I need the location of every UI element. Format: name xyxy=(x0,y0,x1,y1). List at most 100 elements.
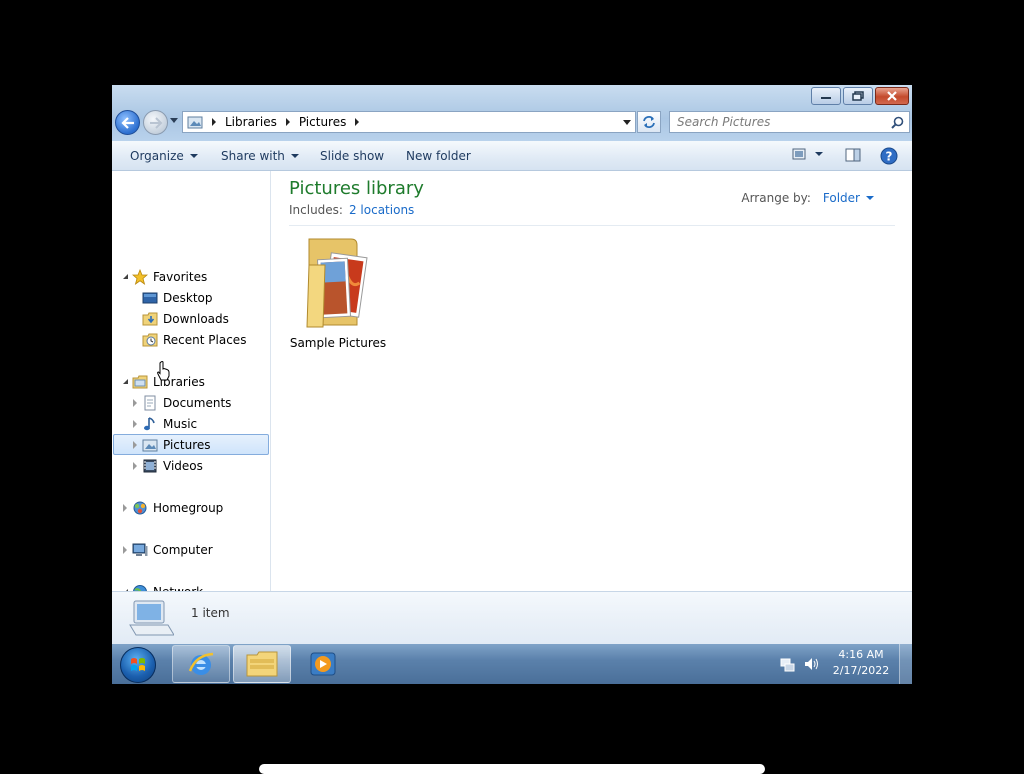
taskbar: 4:16 AM 2/17/2022 xyxy=(112,644,912,684)
arrange-by: Arrange by: Folder xyxy=(741,191,874,205)
nav-computer-label: Computer xyxy=(153,542,213,557)
help-button[interactable]: ? xyxy=(880,147,898,165)
slide-show-button[interactable]: Slide show xyxy=(320,149,384,163)
clock-time: 4:16 AM xyxy=(838,648,884,661)
breadcrumb-separator[interactable] xyxy=(212,118,216,126)
collapsed-arrow-icon[interactable] xyxy=(120,504,130,512)
address-bar[interactable]: Libraries Pictures xyxy=(182,111,636,133)
share-with-button[interactable]: Share with xyxy=(221,149,299,163)
laptop-icon xyxy=(129,600,174,636)
music-icon xyxy=(144,416,155,430)
network-status-icon[interactable] xyxy=(780,656,796,672)
downloads-folder-icon xyxy=(142,312,158,325)
collapsed-arrow-icon[interactable] xyxy=(130,462,140,470)
show-desktop-button[interactable] xyxy=(899,644,912,684)
search-box[interactable] xyxy=(669,111,910,133)
preview-pane-button[interactable] xyxy=(845,148,861,162)
homegroup-icon xyxy=(133,501,147,514)
nav-desktop[interactable]: Desktop xyxy=(130,287,213,308)
breadcrumb-separator[interactable] xyxy=(285,118,290,126)
recent-pages-dropdown[interactable] xyxy=(170,118,178,123)
library-pictures-icon xyxy=(187,116,203,129)
mouse-pointer-icon xyxy=(157,361,170,381)
search-icon[interactable] xyxy=(891,116,904,129)
search-input[interactable] xyxy=(670,114,891,130)
library-title: Pictures library xyxy=(289,178,424,199)
windows-explorer-icon xyxy=(246,651,278,677)
back-button[interactable] xyxy=(115,110,140,135)
nav-documents[interactable]: Documents xyxy=(130,392,231,413)
collapsed-arrow-icon[interactable] xyxy=(130,420,140,428)
bottom-bar xyxy=(259,764,765,774)
locations-link[interactable]: 2 locations xyxy=(349,203,414,217)
collapsed-arrow-icon[interactable] xyxy=(120,546,130,554)
view-icon xyxy=(792,148,806,160)
taskbar-windows-explorer[interactable] xyxy=(233,645,291,683)
arrange-by-value: Folder xyxy=(822,191,860,205)
includes-label: Includes: xyxy=(289,203,343,217)
nav-pictures[interactable]: Pictures xyxy=(113,434,269,455)
header-divider xyxy=(289,225,895,226)
picture-folder-icon xyxy=(306,238,368,328)
arrow-right-icon xyxy=(149,116,162,129)
close-icon xyxy=(887,91,897,101)
new-folder-button[interactable]: New folder xyxy=(406,149,471,163)
nav-pictures-label: Pictures xyxy=(163,437,211,452)
collapsed-arrow-icon[interactable] xyxy=(130,399,140,407)
nav-videos[interactable]: Videos xyxy=(130,455,203,476)
window-frame: Libraries Pictures xyxy=(112,85,912,141)
arrow-left-icon xyxy=(120,116,134,129)
svg-text:?: ? xyxy=(886,150,893,164)
nav-favorites[interactable]: Favorites xyxy=(120,266,207,287)
maximize-icon xyxy=(852,91,864,101)
breadcrumb-libraries[interactable]: Libraries xyxy=(225,115,277,129)
taskbar-media-player[interactable] xyxy=(294,645,352,683)
nav-desktop-label: Desktop xyxy=(163,290,213,305)
breadcrumb-pictures[interactable]: Pictures xyxy=(299,115,347,129)
change-view-button[interactable] xyxy=(792,148,823,160)
libraries-icon xyxy=(132,375,148,388)
nav-computer[interactable]: Computer xyxy=(120,539,213,560)
preview-pane-icon xyxy=(845,148,861,162)
organize-label: Organize xyxy=(130,149,184,163)
arrange-by-dropdown[interactable]: Folder xyxy=(823,191,874,205)
folder-item-label: Sample Pictures xyxy=(289,336,387,350)
nav-videos-label: Videos xyxy=(163,458,203,473)
documents-icon xyxy=(144,395,156,410)
explorer-window: Libraries Pictures Organize Share with S… xyxy=(112,85,912,684)
taskbar-internet-explorer[interactable] xyxy=(172,645,230,683)
minimize-button[interactable] xyxy=(811,87,841,105)
nav-recent-places[interactable]: Recent Places xyxy=(130,329,246,350)
videos-icon xyxy=(143,459,157,472)
volume-icon[interactable] xyxy=(803,656,819,672)
chevron-down-icon xyxy=(290,154,299,158)
new-folder-label: New folder xyxy=(406,149,471,163)
close-button[interactable] xyxy=(875,87,909,105)
desktop-icon xyxy=(142,292,158,303)
breadcrumb-separator[interactable] xyxy=(355,118,360,126)
refresh-button[interactable] xyxy=(637,111,661,133)
nav-homegroup[interactable]: Homegroup xyxy=(120,497,223,518)
chevron-down-icon[interactable] xyxy=(815,152,823,156)
arrange-by-label: Arrange by: xyxy=(741,191,811,205)
organize-button[interactable]: Organize xyxy=(130,149,198,163)
collapsed-arrow-icon[interactable] xyxy=(130,441,140,449)
slide-show-label: Slide show xyxy=(320,149,385,163)
start-button[interactable] xyxy=(120,647,156,683)
content-pane: Pictures library Includes: 2 locations Ar… xyxy=(271,171,912,591)
maximize-button[interactable] xyxy=(843,87,873,105)
nav-downloads[interactable]: Downloads xyxy=(130,308,229,329)
forward-button[interactable] xyxy=(143,110,168,135)
expanded-arrow-icon[interactable] xyxy=(120,274,130,279)
expanded-arrow-icon[interactable] xyxy=(120,379,130,384)
help-icon: ? xyxy=(880,147,898,165)
share-with-label: Share with xyxy=(221,149,285,163)
details-pane: 1 item xyxy=(112,591,912,644)
nav-music[interactable]: Music xyxy=(130,413,197,434)
clock[interactable]: 4:16 AM 2/17/2022 xyxy=(826,647,896,679)
nav-music-label: Music xyxy=(163,416,198,431)
nav-documents-label: Documents xyxy=(163,395,232,410)
folder-item[interactable]: Sample Pictures xyxy=(289,235,387,350)
item-count: 1 item xyxy=(191,606,230,620)
address-history-dropdown[interactable] xyxy=(623,119,631,125)
